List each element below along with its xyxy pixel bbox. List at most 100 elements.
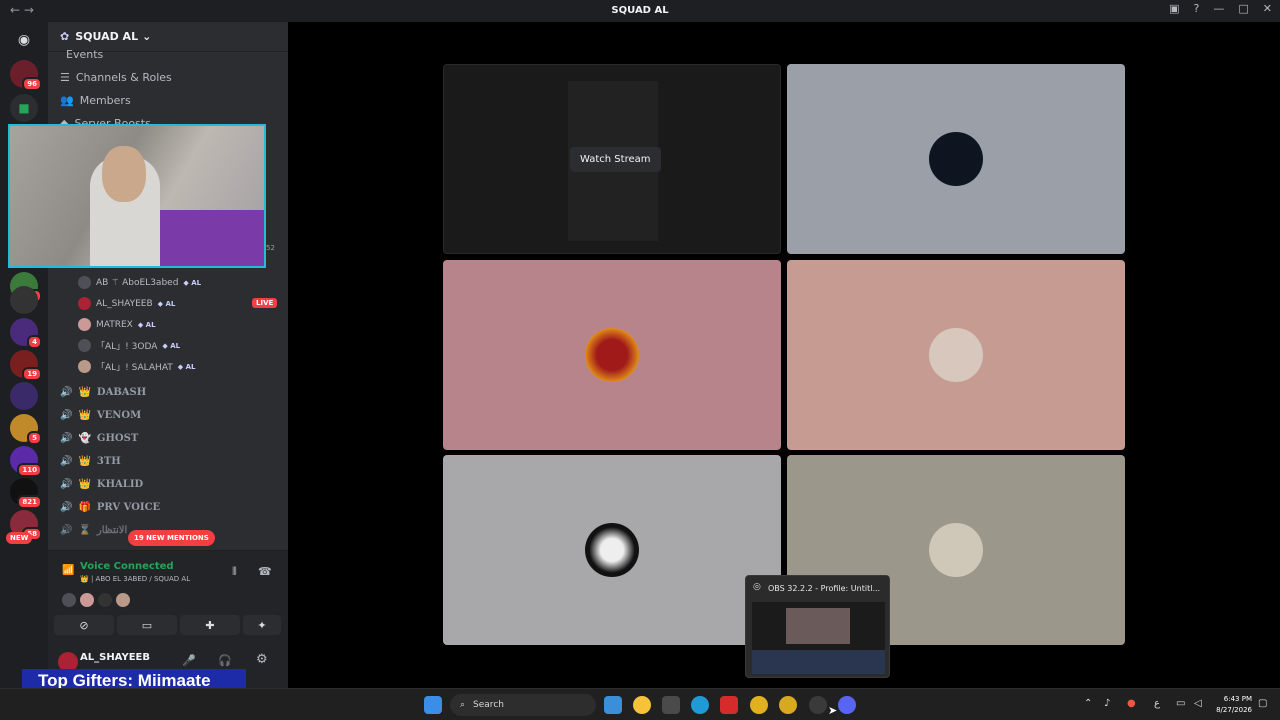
- server-icon[interactable]: [10, 286, 38, 314]
- voice-member[interactable]: AL_SHAYEEB ◆ AL: [78, 297, 175, 310]
- edge-icon[interactable]: [691, 696, 709, 714]
- netflix-icon[interactable]: [720, 696, 738, 714]
- activities-button[interactable]: ✚: [180, 615, 240, 635]
- folder-icon[interactable]: ■: [10, 94, 38, 122]
- task-view-icon[interactable]: [604, 696, 622, 714]
- speaker-icon: 🔊: [60, 525, 73, 536]
- avatar: [929, 328, 983, 382]
- tray-chevron-icon[interactable]: ⌃: [1084, 698, 1092, 709]
- chrome-icon[interactable]: [750, 696, 768, 714]
- mention-badge: 4: [27, 335, 42, 349]
- participant-tile[interactable]: [443, 455, 781, 645]
- menu-members[interactable]: 👥 Members: [60, 94, 131, 107]
- inbox-icon[interactable]: ▣: [1169, 2, 1179, 15]
- settings-gear-icon[interactable]: ⚙: [256, 652, 268, 667]
- avatar: [78, 318, 91, 331]
- avatar[interactable]: [116, 593, 130, 607]
- windows-start-icon[interactable]: [424, 696, 442, 714]
- participant-tile[interactable]: [787, 64, 1125, 254]
- search-icon: ⌕: [460, 700, 466, 710]
- server-icon[interactable]: 110: [10, 446, 42, 477]
- mention-badge: 821: [17, 495, 42, 509]
- new-unread-pill[interactable]: NEW: [6, 532, 33, 544]
- soundboard-icon: ✦: [257, 618, 267, 632]
- new-mentions-pill[interactable]: 19 NEW MENTIONS: [128, 530, 215, 546]
- discord-home-icon[interactable]: ◉: [10, 26, 38, 54]
- stream-tile[interactable]: Watch Stream: [443, 64, 781, 254]
- maximize-button[interactable]: □: [1238, 2, 1248, 15]
- voice-channel-prv[interactable]: 🔊 🎁 PRV VOICE: [60, 502, 160, 513]
- speaker-icon: 🔊: [60, 433, 73, 444]
- screen-share-button[interactable]: ▭: [117, 615, 177, 635]
- obs-taskbar-icon[interactable]: [809, 696, 827, 714]
- app-icon[interactable]: [633, 696, 651, 714]
- voice-channel-3th[interactable]: 🔊 👑 3TH: [60, 456, 121, 467]
- avatar: [929, 523, 983, 577]
- disconnect-icon[interactable]: ☎: [258, 565, 272, 578]
- discord-taskbar-icon[interactable]: [838, 696, 856, 714]
- server-icon[interactable]: 96: [10, 60, 42, 91]
- voice-member[interactable]: MATREX ◆ AL: [78, 318, 156, 331]
- participant-tile[interactable]: [443, 260, 781, 450]
- avatar: [78, 360, 91, 373]
- notification-icon[interactable]: ▢: [1258, 698, 1267, 709]
- taskbar-search[interactable]: ⌕ Search: [450, 694, 596, 716]
- camera-off-icon: ⊘: [79, 618, 89, 632]
- server-icon[interactable]: [10, 382, 38, 410]
- watch-stream-button[interactable]: Watch Stream: [570, 147, 661, 172]
- avatar: [585, 523, 639, 577]
- camera-off-button[interactable]: ⊘: [54, 615, 114, 635]
- language-indicator[interactable]: ع: [1154, 698, 1160, 709]
- server-icon[interactable]: 4: [10, 318, 42, 349]
- mic-icon[interactable]: 🎤: [182, 654, 196, 667]
- taskbar-clock[interactable]: 6:43 PM 8/27/2026: [1216, 694, 1252, 716]
- network-icon[interactable]: ▭: [1176, 698, 1185, 709]
- speaker-icon: 🔊: [60, 456, 73, 467]
- help-icon[interactable]: ?: [1194, 2, 1200, 15]
- soundboard-button[interactable]: ✦: [243, 615, 281, 635]
- voice-channel-dabash[interactable]: 🔊 👑 DABASH: [60, 387, 146, 398]
- noise-icon[interactable]: ⦀: [232, 565, 237, 579]
- obs-icon: ◎: [753, 582, 761, 592]
- avatar: [78, 276, 91, 289]
- voice-member[interactable]: 「AL」! 3ODA ◆ AL: [78, 339, 180, 352]
- minimize-button[interactable]: —: [1213, 2, 1224, 15]
- store-icon[interactable]: [662, 696, 680, 714]
- server-name: SQUAD AL: [75, 30, 139, 43]
- menu-channels-roles[interactable]: ☰ Channels & Roles: [60, 71, 172, 84]
- voice-channel-venom[interactable]: 🔊 👑 VENOM: [60, 410, 141, 421]
- avatar[interactable]: [98, 593, 112, 607]
- window-titlebar: ← → SQUAD AL ▣ ? — □ ✕: [0, 0, 1280, 22]
- menu-events[interactable]: Events: [60, 48, 103, 61]
- headphones-icon[interactable]: 🎧: [218, 654, 232, 667]
- server-icon[interactable]: 821: [10, 478, 42, 509]
- participant-tile[interactable]: [787, 260, 1125, 450]
- chrome-icon[interactable]: [779, 696, 797, 714]
- server-icon[interactable]: 5: [10, 414, 42, 445]
- speaker-icon: 🔊: [60, 479, 73, 490]
- speaker-icon[interactable]: ◁: [1194, 698, 1202, 709]
- voice-channel-name[interactable]: 👑 | ABO EL 3ABED / SQUAD AL: [80, 575, 190, 583]
- mention-badge: 5: [27, 431, 42, 445]
- voice-member[interactable]: 「AL」! SALAHAT ◆ AL: [78, 360, 195, 373]
- mic-tray-icon[interactable]: ●: [1127, 698, 1136, 709]
- obs-taskbar-preview[interactable]: ◎ OBS 32.2.2 - Profile: Untitl...: [745, 575, 890, 678]
- voice-channel-ghost[interactable]: 🔊 👻 GHOST: [60, 433, 138, 444]
- signal-icon: 📶: [62, 565, 75, 576]
- voice-channel-khalid[interactable]: 🔊 👑 KHALID: [60, 479, 143, 490]
- avatar[interactable]: [80, 593, 94, 607]
- close-button[interactable]: ✕: [1263, 2, 1272, 15]
- avatar[interactable]: [62, 593, 76, 607]
- server-icon[interactable]: 19: [10, 350, 42, 381]
- voice-member[interactable]: AB ⚚ AboEL3abed ◆ AL: [78, 276, 201, 289]
- mention-badge: 96: [22, 77, 42, 91]
- speaker-icon: 🔊: [60, 410, 73, 421]
- obs-window-title: OBS 32.2.2 - Profile: Untitl...: [768, 584, 881, 593]
- voice-channel-waiting[interactable]: 🔊 ⌛ الانتظار: [60, 525, 127, 536]
- volume-icon[interactable]: ♪: [1104, 698, 1110, 709]
- username[interactable]: AL_SHAYEEB: [80, 652, 150, 663]
- voice-status[interactable]: Voice Connected: [80, 561, 174, 572]
- mention-badge: 19: [22, 367, 42, 381]
- window-controls: ▣ ? — □ ✕: [1169, 2, 1272, 15]
- activities-icon: ✚: [205, 618, 215, 632]
